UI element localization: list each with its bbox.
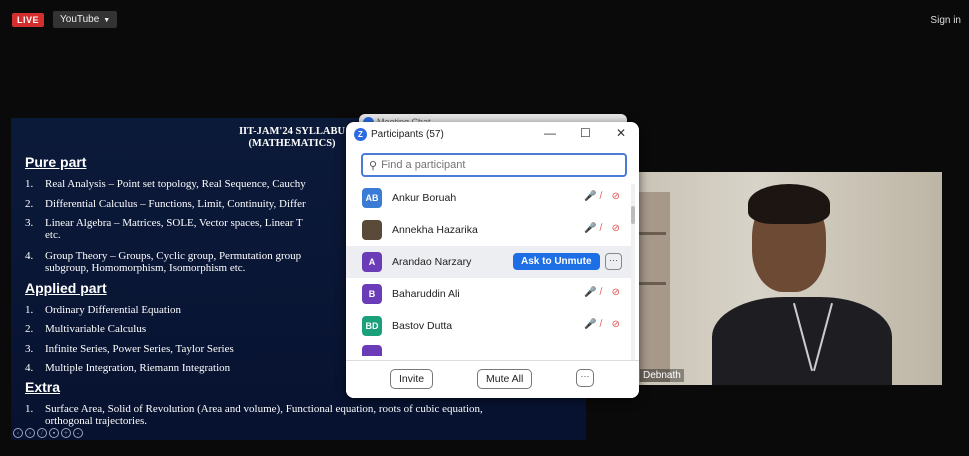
options-icon[interactable]: -	[73, 428, 83, 438]
more-options-button[interactable]: ···	[576, 369, 594, 387]
participant-row[interactable]: AB Ankur Boruah 🎤̸ ⊘	[346, 182, 632, 214]
participant-row[interactable]: BD Bastov Dutta 🎤̸ ⊘	[346, 310, 632, 342]
section-heading-extra: Extra	[25, 379, 61, 395]
participant-name: Annekha Hazarika	[392, 224, 478, 236]
maximize-icon[interactable]: ☐	[580, 126, 591, 140]
panel-header: Z Participants (57) — ☐ ✕	[346, 122, 639, 146]
item-text: Multivariable Calculus	[45, 323, 147, 335]
slides-icon[interactable]: ▪	[49, 428, 59, 438]
participant-row[interactable]: A Arandao Narzary Ask to Unmute ···	[346, 246, 632, 278]
item-number: 1.	[25, 304, 34, 316]
ask-to-unmute-button[interactable]: Ask to Unmute	[513, 253, 600, 270]
scroll-thumb[interactable]	[631, 206, 635, 224]
sign-in-link[interactable]: Sign in	[930, 15, 961, 26]
screen: LIVE YouTube ▼ Sign in IIT-JAM'24 SYLLABU…	[0, 0, 969, 456]
muted-mic-video-icon: 🎤̸ ⊘	[584, 223, 624, 234]
item-number: 2.	[25, 323, 34, 335]
participant-row[interactable]: B Baharuddin Ali 🎤̸ ⊘	[346, 278, 632, 310]
invite-button[interactable]: Invite	[390, 369, 434, 389]
live-badge: LIVE	[12, 13, 45, 27]
search-input[interactable]	[381, 159, 612, 171]
person-hair	[748, 184, 830, 224]
video-name-label: Debnath	[640, 369, 684, 382]
source-selector[interactable]: YouTube ▼	[53, 11, 118, 28]
minimize-icon[interactable]: —	[544, 126, 556, 140]
avatar: AB	[362, 188, 382, 208]
participant-name: Ankur Boruah	[392, 192, 457, 204]
avatar: B	[362, 284, 382, 304]
item-text: Infinite Series, Power Series, Taylor Se…	[45, 343, 234, 355]
pen-icon[interactable]: /	[37, 428, 47, 438]
panel-title: Participants (57)	[371, 128, 444, 140]
zoom-logo-icon: Z	[354, 127, 367, 141]
item-text: Linear Algebra – Matrices, SOLE, Vector …	[45, 217, 303, 229]
item-number: 4.	[25, 362, 34, 374]
close-icon[interactable]: ✕	[616, 126, 626, 140]
item-number: 4.	[25, 250, 34, 262]
shelf-board	[636, 232, 666, 235]
item-text: Multiple Integration, Riemann Integratio…	[45, 362, 231, 374]
search-icon: ⚲	[369, 159, 378, 172]
scrollbar[interactable]	[631, 184, 635, 374]
item-text: Differential Calculus – Functions, Limit…	[45, 198, 306, 210]
participant-name: Bastov Dutta	[392, 320, 453, 332]
list-item: 1. Surface Area, Solid of Revolution (Are…	[25, 403, 585, 427]
participant-row[interactable]	[346, 342, 632, 356]
avatar	[362, 220, 382, 240]
webcam-video: Debnath	[632, 172, 942, 385]
source-label: YouTube	[60, 14, 100, 25]
participant-name: Baharuddin Ali	[392, 288, 460, 300]
shelf-board	[636, 282, 666, 285]
participant-name: Arandao Narzary	[392, 256, 472, 268]
muted-mic-video-icon: 🎤̸ ⊘	[584, 287, 624, 298]
item-number: 3.	[25, 343, 34, 355]
zoom-icon[interactable]: +	[61, 428, 71, 438]
prev-slide-icon[interactable]: ‹	[13, 428, 23, 438]
participant-list: AB Ankur Boruah 🎤̸ ⊘ Annekha Hazarika 🎤̸…	[346, 182, 632, 356]
participants-panel: Z Participants (57) — ☐ ✕ ⚲ AB Ankur Bor…	[346, 122, 639, 398]
next-slide-icon[interactable]: ›	[25, 428, 35, 438]
item-number: 3.	[25, 217, 34, 229]
muted-mic-video-icon: 🎤̸ ⊘	[584, 191, 624, 202]
item-text: Ordinary Differential Equation	[45, 304, 182, 316]
section-heading-pure: Pure part	[25, 154, 87, 170]
person-body	[712, 297, 892, 385]
muted-mic-video-icon: 🎤̸ ⊘	[584, 319, 624, 330]
slide-toolbar: ‹ › / ▪ + -	[13, 428, 83, 438]
avatar: A	[362, 252, 382, 272]
panel-footer: Invite Mute All ···	[346, 360, 639, 398]
item-text: Group Theory – Groups, Cyclic group, Per…	[45, 250, 302, 262]
item-number: 2.	[25, 198, 34, 210]
section-heading-applied: Applied part	[25, 280, 107, 296]
item-continuation: orthogonal trajectories.	[45, 415, 148, 427]
item-number: 1.	[25, 178, 34, 190]
participant-row[interactable]: Annekha Hazarika 🎤̸ ⊘	[346, 214, 632, 246]
item-text: Real Analysis – Point set topology, Real…	[45, 178, 306, 190]
item-number: 1.	[25, 403, 34, 415]
avatar: BD	[362, 316, 382, 336]
chevron-down-icon: ▼	[103, 17, 111, 24]
mute-all-button[interactable]: Mute All	[477, 369, 533, 389]
more-options-button[interactable]: ···	[605, 253, 622, 270]
search-box[interactable]: ⚲	[361, 153, 627, 177]
avatar	[362, 345, 382, 356]
item-text: Surface Area, Solid of Revolution (Area …	[45, 403, 483, 415]
